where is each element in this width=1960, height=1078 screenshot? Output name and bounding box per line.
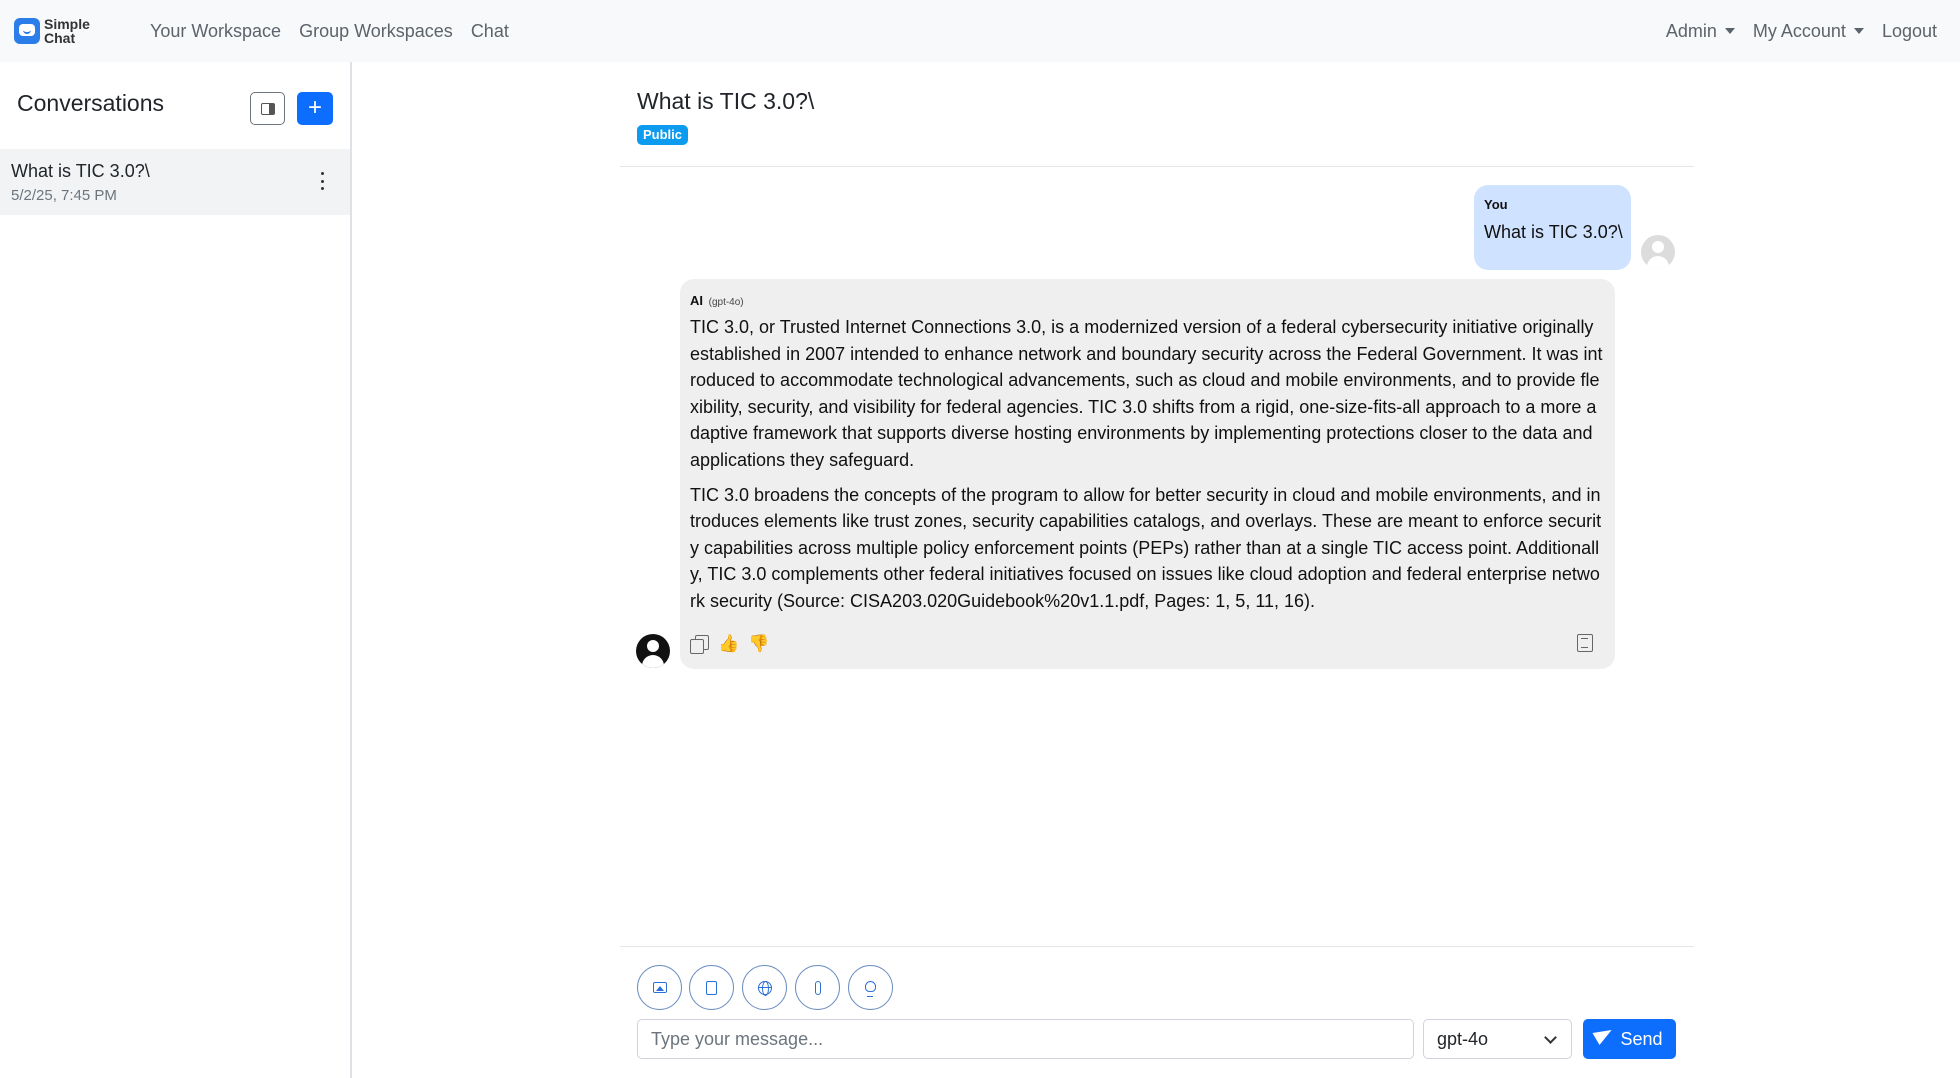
paperclip-icon [814, 980, 821, 995]
input-divider [620, 946, 1694, 947]
lightbulb-icon [865, 980, 876, 997]
nav-right: Admin My Account Logout [1657, 21, 1946, 42]
attach-file-button[interactable] [795, 965, 840, 1010]
ai-avatar-icon [636, 634, 670, 668]
conversation-title: What is TIC 3.0?\ [11, 161, 150, 181]
conversation-item[interactable]: What is TIC 3.0?\ 5/2/25, 7:45 PM [0, 149, 350, 215]
thumbs-down-icon[interactable]: 👎 [748, 634, 769, 654]
brand-logo-link[interactable]: Simple Chat [14, 17, 124, 45]
ai-sender-name: AI [690, 293, 703, 308]
send-label: Send [1620, 1028, 1663, 1049]
message-input[interactable] [637, 1019, 1414, 1059]
sidebar-title: Conversations [17, 90, 165, 116]
logout-link[interactable]: Logout [1873, 21, 1946, 42]
document-search-button[interactable] [689, 965, 734, 1010]
ai-message-paragraph: TIC 3.0 broadens the concepts of the pro… [690, 484, 1602, 611]
nav-group-workspaces[interactable]: Group Workspaces [290, 21, 462, 42]
new-conversation-button[interactable]: + [297, 92, 333, 125]
ai-model-label: (gpt-4o) [708, 297, 744, 308]
citations-icon[interactable] [1577, 634, 1593, 652]
image-generation-button[interactable] [637, 965, 682, 1010]
sidebar-toggle-icon [260, 102, 275, 115]
conversation-date: 5/2/25, 7:45 PM [11, 187, 117, 204]
brand-line-1: Simple [44, 16, 90, 32]
visibility-badge: Public [637, 125, 689, 145]
user-message-text: What is TIC 3.0?\ [1484, 222, 1623, 242]
ai-message-paragraph: TIC 3.0, or Trusted Internet Connections… [690, 317, 1603, 470]
user-avatar-icon [1641, 235, 1675, 269]
send-button[interactable]: Send [1583, 1019, 1676, 1059]
header-divider [620, 166, 1694, 167]
copy-icon[interactable] [690, 635, 709, 654]
prompt-suggestions-button[interactable] [848, 965, 893, 1010]
chat-title: What is TIC 3.0?\ [637, 88, 815, 114]
robot-logo-icon [14, 18, 40, 44]
brand-name: Simple Chat [44, 17, 90, 45]
model-select-value: gpt-4o [1437, 1029, 1489, 1049]
nav-links: Your Workspace Group Workspaces Chat [141, 21, 518, 42]
admin-dropdown[interactable]: Admin [1657, 21, 1744, 42]
document-icon [706, 980, 717, 995]
send-icon [1596, 1030, 1614, 1048]
ai-message-bubble: AI (gpt-4o) TIC 3.0, or Trusted Internet… [680, 279, 1615, 669]
web-search-button[interactable] [742, 965, 787, 1010]
globe-icon [757, 980, 772, 996]
message-actions: 👍 👎 [690, 634, 769, 654]
ai-sender-label: AI (gpt-4o) [690, 293, 1605, 308]
user-message-bubble: You What is TIC 3.0?\ [1474, 185, 1631, 270]
user-sender-label: You [1484, 197, 1508, 212]
nav-your-workspace[interactable]: Your Workspace [141, 21, 290, 42]
chevron-down-icon [1544, 1031, 1557, 1044]
model-select[interactable]: gpt-4o [1423, 1019, 1572, 1059]
nav-chat[interactable]: Chat [462, 21, 518, 42]
conversations-sidebar: Conversations + What is TIC 3.0?\ 5/2/25… [0, 62, 352, 1078]
thumbs-up-icon[interactable]: 👍 [718, 634, 739, 654]
image-icon [652, 982, 667, 993]
my-account-dropdown[interactable]: My Account [1744, 21, 1873, 42]
more-options-icon[interactable] [318, 172, 326, 190]
toggle-sidebar-button[interactable] [250, 92, 285, 125]
top-navbar: Simple Chat Your Workspace Group Workspa… [0, 0, 1960, 62]
brand-line-2: Chat [44, 30, 76, 46]
